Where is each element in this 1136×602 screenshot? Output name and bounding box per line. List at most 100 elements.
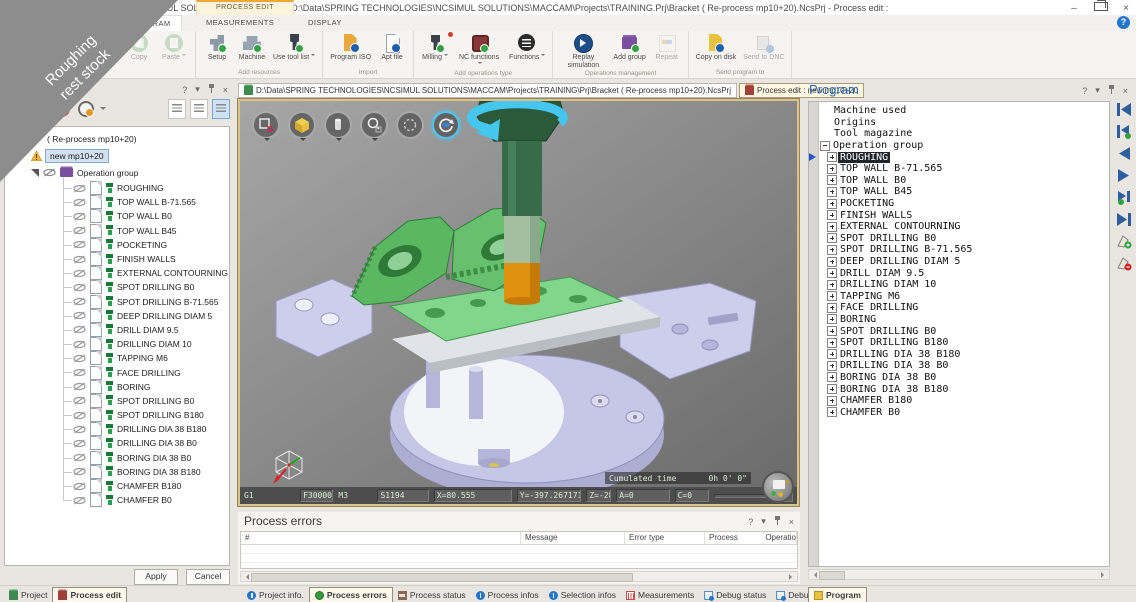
eye-hidden-icon[interactable] bbox=[73, 354, 86, 363]
scroll-right-icon[interactable] bbox=[1101, 572, 1107, 578]
eye-hidden-icon[interactable] bbox=[73, 283, 86, 292]
expand-icon[interactable] bbox=[827, 152, 837, 162]
help-icon[interactable]: ? bbox=[1117, 16, 1130, 29]
scrollbar-thumb[interactable] bbox=[819, 571, 845, 580]
eye-hidden-icon[interactable] bbox=[73, 482, 86, 491]
bottom-dock-tab[interactable]: Debug status bbox=[699, 588, 771, 602]
program-operation-row[interactable]: EXTERNAL CONTOURNING bbox=[820, 221, 1107, 233]
eye-hidden-icon[interactable] bbox=[73, 411, 86, 420]
program-operation-row[interactable]: TAPPING M6 bbox=[820, 291, 1107, 303]
restore-button[interactable] bbox=[1094, 2, 1106, 14]
eye-hidden-icon[interactable] bbox=[43, 168, 56, 177]
expand-icon[interactable] bbox=[827, 245, 837, 255]
program-operation-row[interactable]: DRILL DIAM 9.5 bbox=[820, 267, 1107, 279]
eye-hidden-icon[interactable] bbox=[73, 240, 86, 249]
expand-icon[interactable] bbox=[827, 303, 837, 313]
program-operation-row[interactable]: SPOT DRILLING B0 bbox=[820, 233, 1107, 245]
bottom-dock-tab[interactable]: Project info. bbox=[242, 588, 309, 602]
operation-tree-item[interactable]: BORING DIA 38 B0 bbox=[61, 451, 229, 465]
tab-display[interactable]: DISPLAY bbox=[298, 15, 352, 31]
ribbon-button[interactable]: Use tool list bbox=[271, 33, 317, 62]
collapse-icon[interactable] bbox=[820, 141, 830, 151]
expand-icon[interactable] bbox=[827, 349, 837, 359]
eye-hidden-icon[interactable] bbox=[73, 184, 86, 193]
column-header[interactable]: Process bbox=[705, 532, 761, 544]
previous-tool-button[interactable] bbox=[1115, 124, 1133, 139]
tree-program-node[interactable]: new mp10+20 bbox=[31, 148, 229, 163]
program-operation-row[interactable]: BORING DIA 38 B0 bbox=[820, 372, 1107, 384]
eye-hidden-icon[interactable] bbox=[73, 340, 86, 349]
eye-hidden-icon[interactable] bbox=[73, 382, 86, 391]
operation-tree-item[interactable]: CHAMFER B0 bbox=[61, 493, 229, 507]
program-node-machine-used[interactable]: Machine used bbox=[820, 105, 1107, 117]
expand-icon[interactable] bbox=[827, 384, 837, 394]
viewport-3d[interactable]: Cumulated time 0h 0' 0" G1F30000M3S1194X… bbox=[238, 99, 799, 506]
eye-hidden-icon[interactable] bbox=[73, 453, 86, 462]
expand-icon[interactable] bbox=[827, 257, 837, 267]
operation-tree-item[interactable]: SPOT DRILLING B180 bbox=[61, 408, 229, 422]
column-header[interactable]: Error type bbox=[625, 532, 705, 544]
program-node-tool-magazine[interactable]: Tool magazine bbox=[820, 128, 1107, 140]
operation-tree-item[interactable]: FINISH WALLS bbox=[61, 252, 229, 266]
program-operation-row[interactable]: CHAMFER B0 bbox=[820, 406, 1107, 418]
operation-tree-item[interactable]: TOP WALL B-71.565 bbox=[61, 195, 229, 209]
eye-hidden-icon[interactable] bbox=[73, 325, 86, 334]
panel-close-icon[interactable]: × bbox=[789, 517, 794, 527]
operation-tree-item[interactable]: SPOT DRILLING B-71.565 bbox=[61, 295, 229, 309]
bottom-dock-tab[interactable]: Process infos bbox=[471, 588, 544, 602]
program-node-origins[interactable]: Origins bbox=[820, 117, 1107, 129]
eye-hidden-icon[interactable] bbox=[73, 396, 86, 405]
expand-icon[interactable] bbox=[827, 268, 837, 278]
operation-tree-item[interactable]: FACE DRILLING bbox=[61, 365, 229, 379]
operation-tree-item[interactable]: POCKETING bbox=[61, 238, 229, 252]
left-dock-tab[interactable]: Process edit bbox=[52, 587, 127, 602]
operation-tree-item[interactable]: BORING DIA 38 B180 bbox=[61, 465, 229, 479]
list-view-medium-button[interactable] bbox=[190, 99, 208, 119]
bottom-dock-tab[interactable]: Selection infos bbox=[544, 588, 621, 602]
program-operation-row[interactable]: DRILLING DIAM 10 bbox=[820, 279, 1107, 291]
program-operation-row[interactable]: FINISH WALLS bbox=[820, 209, 1107, 221]
panel-pin-icon[interactable] bbox=[1108, 85, 1115, 96]
program-operation-row[interactable]: POCKETING bbox=[820, 198, 1107, 210]
operation-tree-item[interactable]: SPOT DRILLING B0 bbox=[61, 280, 229, 294]
ribbon-button[interactable]: Add group bbox=[611, 33, 647, 62]
column-header[interactable]: Message bbox=[521, 532, 625, 544]
scroll-right-icon[interactable] bbox=[789, 574, 795, 580]
bottom-dock-tab[interactable]: Process errors bbox=[309, 587, 393, 602]
skip-to-start-button[interactable] bbox=[1115, 102, 1133, 117]
program-operation-row[interactable]: BORING DIA 38 B180 bbox=[820, 383, 1107, 395]
ribbon-button[interactable]: Repeat bbox=[651, 33, 683, 62]
bottom-dock-tab[interactable]: Process status bbox=[393, 588, 471, 602]
program-operation-row[interactable]: BORING bbox=[820, 314, 1107, 326]
eye-hidden-icon[interactable] bbox=[73, 198, 86, 207]
add-breakpoint-button[interactable] bbox=[1115, 234, 1133, 249]
stock-view-button[interactable] bbox=[288, 111, 316, 139]
operation-tree-item[interactable]: EXTERNAL CONTOURNING bbox=[61, 266, 229, 280]
panel-close-icon[interactable]: × bbox=[223, 85, 228, 95]
expand-icon[interactable] bbox=[827, 372, 837, 382]
ribbon-button[interactable]: Functions bbox=[507, 33, 547, 62]
expand-icon[interactable] bbox=[827, 361, 837, 371]
operation-tree-item[interactable]: CHAMFER B180 bbox=[61, 479, 229, 493]
column-header[interactable]: Operatio bbox=[761, 532, 797, 544]
eye-hidden-icon[interactable] bbox=[73, 439, 86, 448]
play-button[interactable] bbox=[1115, 168, 1133, 183]
panel-menu-icon[interactable]: ▾ bbox=[1095, 85, 1100, 96]
list-view-small-button[interactable] bbox=[168, 99, 186, 119]
expand-icon[interactable] bbox=[827, 164, 837, 174]
expand-icon[interactable] bbox=[827, 407, 837, 417]
tree-root-node[interactable]: ( Re-process mp10+20) bbox=[47, 133, 229, 146]
context-tab-process-edit[interactable]: PROCESS EDIT bbox=[196, 0, 294, 15]
program-operation-row[interactable]: TOP WALL B-71.565 bbox=[820, 163, 1107, 175]
eye-hidden-icon[interactable] bbox=[73, 212, 86, 221]
operation-tree-item[interactable]: DRILLING DIA 38 B180 bbox=[61, 422, 229, 436]
panel-pin-icon[interactable] bbox=[208, 84, 215, 95]
bottom-dock-tab[interactable]: Measurements bbox=[621, 588, 699, 602]
eye-hidden-icon[interactable] bbox=[73, 368, 86, 377]
panel-menu-icon[interactable]: ▾ bbox=[761, 516, 766, 527]
expand-icon[interactable] bbox=[827, 222, 837, 232]
panel-help-icon[interactable]: ? bbox=[1082, 86, 1087, 96]
expand-icon[interactable] bbox=[827, 291, 837, 301]
operation-tree-item[interactable]: DRILLING DIA 38 B0 bbox=[61, 436, 229, 450]
minimize-button[interactable]: – bbox=[1068, 3, 1080, 14]
